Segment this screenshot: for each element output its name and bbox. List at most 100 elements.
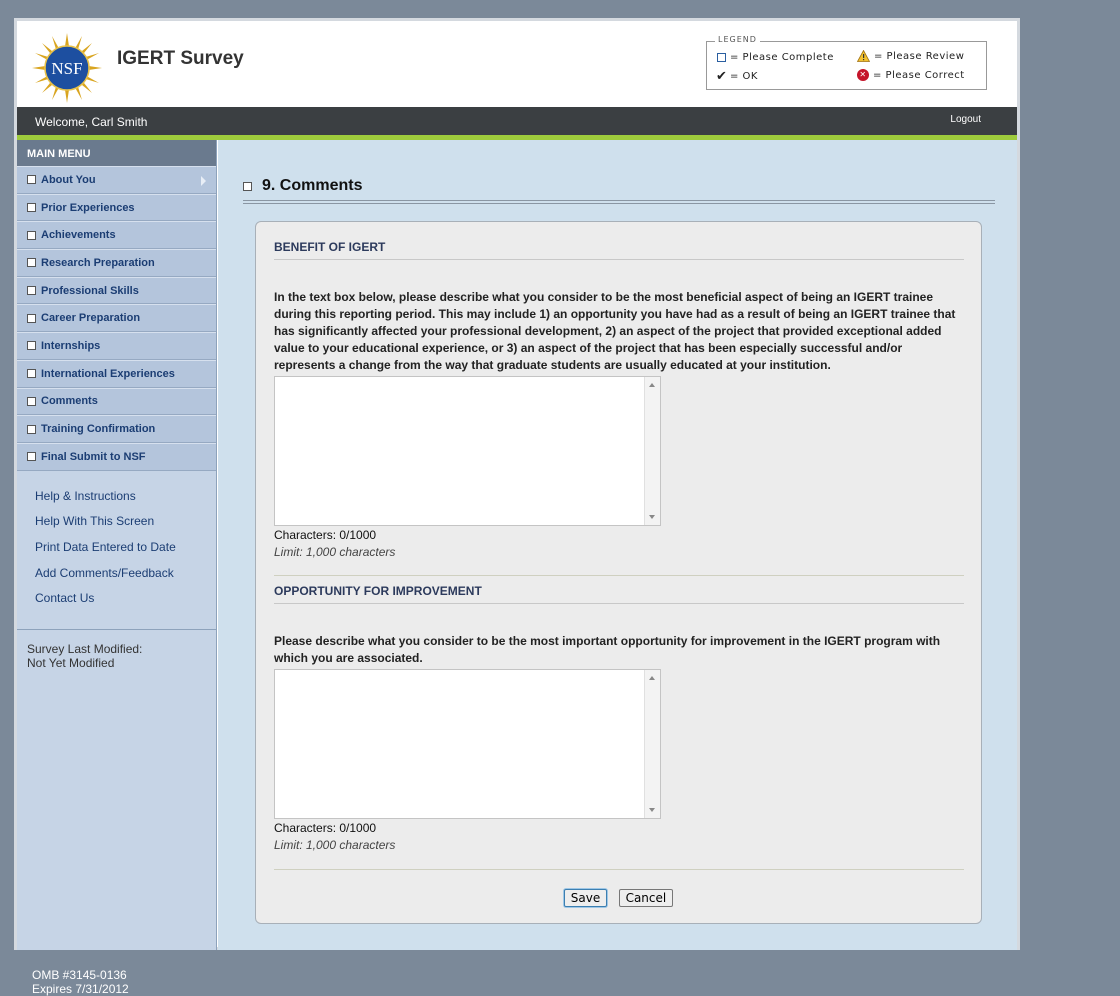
legend-label: = Please Complete: [730, 52, 834, 63]
improvement-char-count: Characters: 0/1000: [274, 821, 377, 835]
sidebar-item-achievements[interactable]: Achievements: [17, 221, 216, 250]
add-comments-link[interactable]: Add Comments/Feedback: [35, 566, 216, 592]
checkbox-empty-icon: [27, 203, 36, 213]
improvement-char-limit: Limit: 1,000 characters: [274, 838, 396, 852]
checkmark-icon: ✔: [716, 69, 728, 84]
save-button[interactable]: Save: [563, 889, 608, 907]
last-modified-label: Survey Last Modified:: [27, 642, 143, 656]
checkbox-empty-icon: [243, 181, 252, 191]
legend-please-complete: = Please Complete: [717, 52, 834, 63]
omb-number: OMB #3145-0136: [32, 968, 127, 982]
section-divider: [274, 869, 964, 870]
benefit-char-count: Characters: 0/1000: [274, 528, 377, 542]
sidebar-item-research-preparation[interactable]: Research Preparation: [17, 249, 216, 277]
welcome-text: Welcome, Carl Smith: [35, 115, 148, 129]
sidebar-item-label: Achievements: [41, 229, 116, 242]
section-divider: [274, 575, 964, 576]
improvement-textarea[interactable]: [275, 670, 643, 818]
legend-label: = Please Review: [874, 50, 965, 62]
legend: LEGEND = Please Complete = Please Review…: [706, 35, 987, 90]
footer: OMB #3145-0136 Expires 7/31/2012: [32, 968, 129, 996]
sidebar-item-label: Training Confirmation: [41, 423, 156, 436]
sidebar-item-about-you[interactable]: About You: [17, 166, 216, 194]
checkbox-empty-icon: [27, 286, 36, 296]
sidebar-item-career-preparation[interactable]: Career Preparation: [17, 304, 216, 333]
checkbox-empty-icon: [27, 424, 36, 434]
sidebar-item-internships[interactable]: Internships: [17, 332, 216, 360]
scroll-down-icon: [649, 515, 655, 519]
app-title: IGERT Survey: [117, 48, 244, 69]
legend-ok: ✔ = OK: [716, 69, 758, 84]
checkbox-empty-icon: [27, 369, 36, 379]
sidebar-item-final-submit[interactable]: Final Submit to NSF: [17, 442, 216, 471]
cancel-button[interactable]: Cancel: [618, 889, 674, 907]
sidebar-item-label: Career Preparation: [41, 312, 141, 325]
sidebar-item-label: About You: [41, 173, 96, 186]
title-divider: [243, 200, 995, 204]
legend-label: = OK: [730, 71, 758, 82]
legend-please-correct: ✕ = Please Correct: [857, 69, 965, 81]
logout-link[interactable]: Logout: [950, 114, 981, 125]
sidebar-links: Help & Instructions Help With This Scree…: [17, 471, 216, 617]
scroll-down-icon: [649, 808, 655, 812]
error-icon: ✕: [857, 69, 869, 81]
header: NSF IGERT Survey LEGEND = Please Complet…: [17, 21, 1017, 107]
top-bar: Welcome, Carl Smith Logout: [17, 107, 1017, 135]
sidebar: MAIN MENU About You Prior Experiences Ac…: [17, 140, 217, 950]
main-content: 9. Comments BENEFIT OF IGERT In the text…: [218, 140, 1017, 950]
help-this-screen-link[interactable]: Help With This Screen: [35, 514, 216, 540]
scroll-up-icon: [649, 383, 655, 387]
checkbox-empty-icon: [27, 258, 36, 268]
sidebar-item-prior-experiences[interactable]: Prior Experiences: [17, 193, 216, 222]
chevron-right-icon: [201, 176, 206, 186]
comments-panel: BENEFIT OF IGERT In the text box below, …: [255, 221, 982, 924]
benefit-textarea[interactable]: [275, 377, 643, 525]
last-modified-value: Not Yet Modified: [27, 656, 115, 670]
improvement-section: OPPORTUNITY FOR IMPROVEMENT Please descr…: [274, 584, 964, 852]
nsf-logo: NSF: [32, 33, 102, 103]
help-instructions-link[interactable]: Help & Instructions: [35, 489, 216, 515]
improvement-scrollbar[interactable]: [644, 670, 660, 818]
improvement-textarea-wrapper: [274, 669, 661, 819]
checkbox-empty-icon: [27, 452, 36, 462]
sidebar-item-label: Internships: [41, 339, 101, 352]
survey-last-modified: Survey Last Modified: Not Yet Modified: [17, 630, 216, 670]
checkbox-empty-icon: [717, 53, 726, 62]
benefit-scrollbar[interactable]: [644, 377, 660, 525]
warning-icon: [857, 50, 870, 62]
scroll-up-icon: [649, 676, 655, 680]
page-title-text: 9. Comments: [262, 177, 363, 194]
checkbox-empty-icon: [27, 341, 36, 351]
sidebar-item-label: Prior Experiences: [41, 201, 135, 214]
sidebar-item-label: Final Submit to NSF: [41, 450, 146, 463]
legend-label: = Please Correct: [873, 69, 965, 81]
sidebar-item-label: Comments: [41, 395, 98, 408]
omb-expiry: Expires 7/31/2012: [32, 982, 129, 996]
checkbox-empty-icon: [27, 230, 36, 240]
sidebar-item-professional-skills[interactable]: Professional Skills: [17, 276, 216, 305]
legend-title: LEGEND: [715, 35, 760, 44]
contact-us-link[interactable]: Contact Us: [35, 591, 216, 617]
checkbox-empty-icon: [27, 313, 36, 323]
benefit-heading: BENEFIT OF IGERT: [274, 240, 964, 260]
benefit-prompt: In the text box below, please describe w…: [274, 290, 956, 372]
sidebar-item-comments[interactable]: Comments: [17, 387, 216, 416]
sidebar-item-label: International Experiences: [41, 367, 175, 380]
checkbox-empty-icon: [27, 175, 36, 185]
sidebar-item-label: Professional Skills: [41, 284, 139, 297]
improvement-heading: OPPORTUNITY FOR IMPROVEMENT: [274, 584, 964, 604]
benefit-section: BENEFIT OF IGERT In the text box below, …: [274, 240, 964, 559]
sidebar-item-training-confirmation[interactable]: Training Confirmation: [17, 415, 216, 443]
app-frame: NSF IGERT Survey LEGEND = Please Complet…: [14, 18, 1020, 950]
benefit-textarea-wrapper: [274, 376, 661, 526]
main-menu-title: MAIN MENU: [17, 140, 216, 166]
checkbox-empty-icon: [27, 396, 36, 406]
sidebar-item-label: Research Preparation: [41, 256, 155, 269]
sidebar-item-international-experiences[interactable]: International Experiences: [17, 359, 216, 388]
page-title: 9. Comments: [243, 177, 362, 195]
form-actions: Save Cancel: [256, 889, 981, 907]
print-data-link[interactable]: Print Data Entered to Date: [35, 540, 216, 566]
improvement-prompt: Please describe what you consider to be …: [274, 634, 941, 665]
legend-please-review: = Please Review: [857, 50, 964, 62]
benefit-char-limit: Limit: 1,000 characters: [274, 545, 396, 559]
